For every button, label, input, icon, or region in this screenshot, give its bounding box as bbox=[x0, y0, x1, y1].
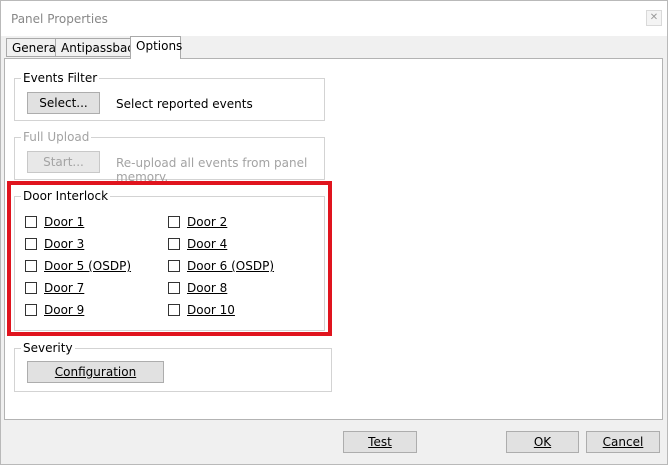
title-bar: Panel Properties ✕ bbox=[1, 1, 667, 36]
cancel-button-label: Cancel bbox=[602, 435, 644, 449]
full-upload-legend: Full Upload bbox=[21, 130, 92, 144]
start-upload-button[interactable]: Start... bbox=[27, 151, 100, 173]
full-upload-group: Full Upload Start... Re-upload all event… bbox=[14, 130, 325, 184]
test-button[interactable]: Test bbox=[343, 431, 417, 453]
ok-button[interactable]: OK bbox=[506, 431, 579, 453]
tab-antipassback[interactable]: Antipassback bbox=[55, 38, 141, 57]
configuration-button[interactable]: Configuration bbox=[27, 361, 164, 383]
configuration-button-label: Configuration bbox=[54, 365, 137, 379]
door-interlock-highlight bbox=[7, 181, 332, 336]
close-icon[interactable]: ✕ bbox=[646, 10, 662, 26]
panel-properties-dialog: Panel Properties ✕ General Antipassback … bbox=[0, 0, 668, 465]
ok-button-label: OK bbox=[533, 435, 552, 449]
events-filter-group: Events Filter Select... Select reported … bbox=[14, 71, 325, 121]
severity-group: Severity Configuration bbox=[14, 341, 332, 392]
events-filter-description: Select reported events bbox=[116, 97, 253, 111]
tab-general[interactable]: General bbox=[6, 38, 59, 57]
select-events-button[interactable]: Select... bbox=[27, 92, 100, 114]
test-button-label: Test bbox=[368, 435, 392, 449]
dialog-footer: Test OK Cancel bbox=[1, 421, 667, 464]
events-filter-legend: Events Filter bbox=[21, 71, 100, 85]
select-events-button-label: Select... bbox=[39, 96, 88, 110]
tab-options[interactable]: Options bbox=[130, 36, 182, 59]
start-upload-button-label: Start... bbox=[43, 155, 84, 169]
window-title: Panel Properties bbox=[11, 12, 108, 26]
severity-legend: Severity bbox=[21, 341, 75, 355]
full-upload-description: Re-upload all events from panel memory. bbox=[116, 156, 308, 184]
cancel-button[interactable]: Cancel bbox=[586, 431, 660, 453]
